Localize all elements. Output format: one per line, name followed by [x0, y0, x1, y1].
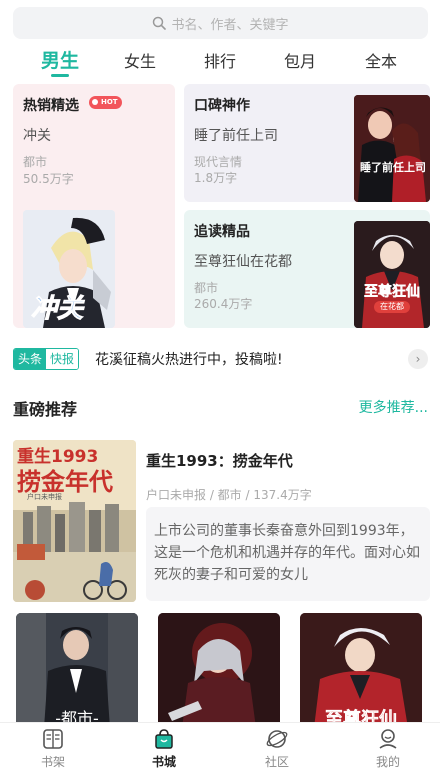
hot-cover-text: 冲关: [30, 294, 84, 325]
tab-male[interactable]: 男生: [41, 46, 79, 73]
more-recommendations-link[interactable]: 更多推荐...: [359, 397, 428, 417]
profile-icon: [379, 729, 397, 749]
hot-book-cover[interactable]: 冲关: [23, 210, 115, 328]
featured-book-cover[interactable]: 重生1993 捞金年代 户口未申报: [13, 440, 136, 602]
section-title: 重磅推荐: [13, 400, 78, 419]
headline-tag-right: 快报: [46, 349, 79, 369]
nav-community-label: 社区: [264, 755, 289, 769]
top-followed-book-cover[interactable]: 至尊狂仙 在花都: [354, 221, 430, 328]
top-rated-title: 口碑神作: [194, 98, 250, 114]
headline-tag-left: 头条: [14, 349, 47, 369]
top-followed-title: 追读精品: [194, 224, 250, 240]
tab-monthly[interactable]: 包月: [284, 48, 316, 72]
featured-desc-text: 上市公司的董事长秦奋意外回到1993年，这是一个危机和机遇并存的年代。面对心如死…: [154, 523, 420, 583]
category-tabs: 男生 女生 排行 包月 全本: [0, 44, 440, 80]
nav-bookshelf[interactable]: 书架: [23, 727, 83, 770]
hot-badge: HOT: [89, 96, 122, 109]
praise-cover-text: 睡了前任上司: [360, 161, 426, 174]
community-icon: [266, 730, 288, 748]
tab-ranking[interactable]: 排行: [204, 48, 236, 72]
bookstore-icon: [155, 729, 173, 749]
top-rated-book-cover[interactable]: 睡了前任上司: [354, 95, 430, 202]
nav-community[interactable]: 社区: [247, 727, 307, 770]
nav-profile-label: 我的: [375, 755, 400, 769]
nav-bookstore-label: 书城: [151, 755, 176, 769]
book-cover[interactable]: [158, 613, 280, 728]
nav-bookshelf-label: 书架: [40, 755, 65, 769]
tab-female[interactable]: 女生: [124, 48, 156, 72]
top-rated-book-title: 睡了前任上司: [194, 128, 278, 144]
top-followed-book-title: 至尊狂仙在花都: [194, 254, 292, 270]
news-text: 花溪征稿火热进行中，投稿啦!: [95, 352, 283, 368]
featured-book-description[interactable]: 上市公司的董事长秦奋意外回到1993年，这是一个危机和机遇并存的年代。面对心如死…: [146, 507, 430, 601]
nav-bookstore[interactable]: 书城: [134, 727, 194, 770]
hot-picks-title: 热销精选: [23, 98, 79, 114]
search-bar[interactable]: 书名、作者、关键字: [13, 7, 428, 39]
follow-cover-subtitle: 在花都: [374, 301, 410, 313]
news-bar[interactable]: 头条 快报 花溪征稿火热进行中，投稿啦! ›: [13, 346, 428, 374]
search-icon: [153, 16, 167, 30]
chevron-right-icon[interactable]: ›: [408, 349, 428, 369]
book-cover[interactable]: -都市-: [16, 613, 138, 728]
active-tab-indicator: [51, 74, 69, 77]
featured-book-meta: 户口未申报 / 都市 / 137.4万字: [146, 488, 312, 502]
hot-book-genre: 都市: [23, 155, 48, 169]
featured-book-title[interactable]: 重生1993：捞金年代: [146, 450, 293, 471]
nav-profile[interactable]: 我的: [358, 727, 418, 770]
hot-book-words: 50.5万字: [23, 172, 74, 186]
hot-book-title: 冲关: [23, 128, 51, 144]
top-followed-genre: 都市: [194, 281, 219, 295]
top-followed-words: 260.4万字: [194, 297, 253, 311]
featured-cover-author: 户口未申报: [27, 493, 62, 501]
book-cover[interactable]: 至尊狂仙: [300, 613, 422, 728]
headline-tag: 头条 快报: [13, 348, 80, 370]
top-rated-genre: 现代言情: [194, 155, 243, 169]
bookshelf-icon: [43, 729, 63, 749]
top-rated-words: 1.8万字: [194, 171, 238, 185]
bottom-navigation: 书架 书城 社区 我的: [0, 722, 440, 770]
tab-completed[interactable]: 全本: [365, 48, 397, 72]
search-placeholder: 书名、作者、关键字: [171, 17, 289, 33]
follow-cover-text: 至尊狂仙: [364, 284, 421, 301]
